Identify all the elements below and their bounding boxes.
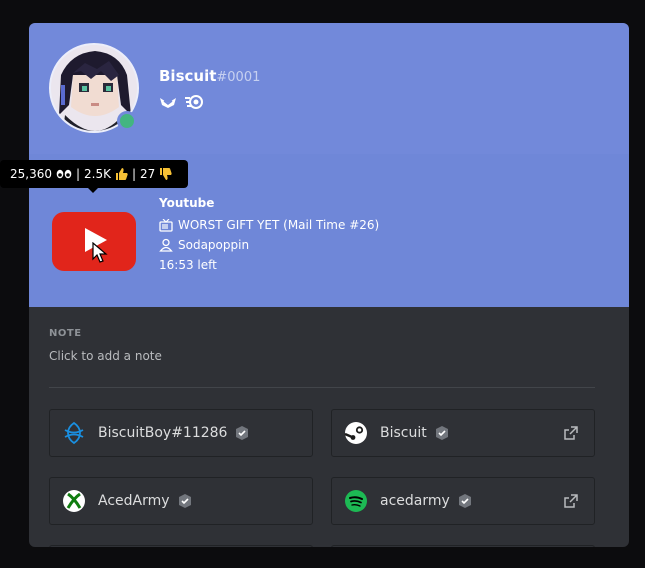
online-status-indicator bbox=[117, 111, 137, 131]
youtube-logo-icon[interactable] bbox=[52, 212, 136, 271]
activity-video-row: WORST GIFT YET (Mail Time #26) bbox=[159, 217, 379, 233]
username: Biscuit bbox=[159, 67, 217, 85]
profile-header: Biscuit#0001 bbox=[29, 23, 629, 154]
person-icon bbox=[159, 238, 173, 252]
activity-channel: Sodapoppin bbox=[178, 238, 250, 252]
external-link-icon[interactable] bbox=[564, 494, 578, 508]
video-stats-tooltip: 25,360 | 2.5K | 27 bbox=[0, 160, 188, 193]
discriminator: #0001 bbox=[216, 70, 261, 85]
likes-count: 2.5K bbox=[84, 167, 111, 181]
user-profile-modal: Biscuit#0001 Youtube WORST GIFT YET (Mai… bbox=[29, 23, 629, 547]
separator: | bbox=[132, 167, 137, 181]
battlenet-icon bbox=[64, 421, 84, 445]
spotify-icon bbox=[345, 490, 367, 512]
connected-account-partial[interactable] bbox=[331, 545, 595, 547]
account-name: Biscuit bbox=[380, 425, 427, 441]
tv-icon bbox=[159, 218, 173, 232]
xbox-icon bbox=[63, 490, 85, 512]
connected-account-steam[interactable]: Biscuit bbox=[331, 409, 595, 457]
activity-app-name: Youtube bbox=[159, 196, 215, 210]
activity-video-title: WORST GIFT YET (Mail Time #26) bbox=[178, 218, 380, 232]
account-name: AcedArmy bbox=[98, 493, 170, 509]
hypesquad-icon[interactable] bbox=[159, 93, 177, 111]
verified-check-icon bbox=[435, 426, 448, 440]
verified-check-icon bbox=[178, 494, 191, 508]
steam-icon bbox=[344, 422, 367, 444]
dislikes-count: 27 bbox=[140, 167, 156, 181]
views-count: 25,360 bbox=[10, 167, 52, 181]
account-name: acedarmy bbox=[380, 493, 450, 509]
activity-time-left: 16:53 left bbox=[159, 258, 217, 272]
activity-channel-row: Sodapoppin bbox=[159, 237, 249, 253]
thumbs-up-icon bbox=[116, 168, 128, 180]
profile-badges bbox=[159, 93, 203, 111]
account-name: BiscuitBoy#11286 bbox=[98, 425, 228, 441]
connected-account-partial[interactable] bbox=[49, 545, 313, 547]
connected-account-xbox[interactable]: AcedArmy bbox=[49, 477, 313, 525]
verified-check-icon bbox=[458, 494, 471, 508]
external-link-icon[interactable] bbox=[564, 426, 578, 440]
verified-check-icon bbox=[236, 426, 249, 440]
note-label: NOTE bbox=[49, 328, 82, 339]
nitro-icon[interactable] bbox=[185, 93, 203, 111]
connected-account-battlenet[interactable]: BiscuitBoy#11286 bbox=[49, 409, 313, 457]
separator: | bbox=[76, 167, 81, 181]
divider bbox=[49, 387, 595, 388]
avatar[interactable] bbox=[49, 43, 139, 133]
note-input[interactable]: Click to add a note bbox=[49, 349, 162, 363]
connected-account-spotify[interactable]: acedarmy bbox=[331, 477, 595, 525]
thumbs-down-icon bbox=[160, 168, 172, 180]
username-tag[interactable]: Biscuit#0001 bbox=[159, 66, 260, 88]
mouse-cursor-icon bbox=[92, 242, 108, 263]
eyes-icon bbox=[56, 169, 72, 179]
